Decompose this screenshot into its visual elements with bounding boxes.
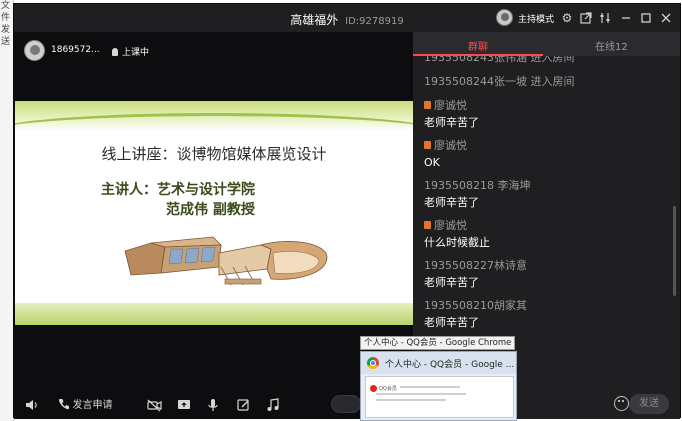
- chat-message: 廖诚悦 OK: [424, 137, 674, 177]
- presentation-slide: 线上讲座：谈博物馆媒体展览设计 主讲人：艺术与设计学院 范成伟 副教授: [15, 101, 413, 325]
- class-status: 上课中: [112, 45, 149, 58]
- chat-message: 1935508210胡家其 老师辛苦了: [424, 297, 674, 337]
- message-sender-name: 1935508244张一坡 进入房间: [424, 75, 575, 88]
- chrome-icon: [367, 357, 379, 369]
- preview-page: QQ会员: [365, 376, 514, 418]
- message-sender-name: 廖诚悦: [434, 99, 467, 112]
- desktop-edge-char: 文: [1, 1, 11, 11]
- chat-tabs: 群聊 在线12: [413, 32, 680, 56]
- emoji-icon[interactable]: [614, 396, 629, 411]
- taskbar-tooltip: 个人中心 - QQ会员 - Google Chrome: [360, 336, 516, 350]
- room-name: 高雄福外: [290, 13, 339, 27]
- message-sender-name: 1935508227林诗意: [424, 259, 527, 272]
- message-list: 1935508243张伟涵 进入房间 1935508244张一坡 进入房间 廖诚悦老…: [424, 56, 674, 377]
- message-text: 老师辛苦了: [424, 196, 479, 209]
- desktop-edge: 文 件 发 送: [0, 0, 14, 421]
- microphone-icon[interactable]: [207, 398, 219, 416]
- slide-footer-band: [15, 303, 413, 325]
- apply-to-speak-button[interactable]: 发言申请: [58, 398, 113, 413]
- museum-model-image: [124, 236, 328, 286]
- apply-to-speak-label: 发言申请: [72, 400, 113, 411]
- chat-message: 1935508218 李海坤 老师辛苦了: [424, 177, 674, 217]
- message-sender: 1935508244张一坡 进入房间: [424, 73, 674, 90]
- preview-text-line: [376, 399, 446, 401]
- slide-speaker-line-1: 主讲人：艺术与设计学院: [101, 182, 255, 198]
- member-badge-icon: [424, 101, 431, 109]
- teacher-name: 1869572...: [51, 45, 100, 55]
- desktop-edge-char: 送: [1, 37, 11, 47]
- phone-icon: [58, 399, 69, 410]
- message-text: 老师辛苦了: [424, 116, 479, 129]
- title-bar[interactable]: 高雄福外 ID:9278919 主持模式 ⚙: [14, 4, 680, 32]
- tab-group-chat[interactable]: 群聊: [468, 38, 488, 53]
- toolbar-pill[interactable]: [331, 395, 361, 413]
- chat-message: 廖诚悦 老师辛苦了: [424, 97, 674, 137]
- classroom-window: 高雄福外 ID:9278919 主持模式 ⚙ 1869572... 上课中 线上…: [13, 3, 681, 419]
- stage-area: 1869572... 上课中 线上讲座：谈博物馆媒体展览设计 主讲人：艺术与设计…: [14, 32, 413, 419]
- camera-off-icon[interactable]: [147, 398, 162, 416]
- chat-scrollbar[interactable]: [673, 206, 676, 296]
- message-sender-name: 廖诚悦: [434, 219, 467, 232]
- message-text: 什么时候截止: [424, 236, 490, 249]
- message-sender-name: 1935508210胡家其: [424, 299, 527, 312]
- message-text: OK: [424, 156, 440, 169]
- chat-message: 1935508244张一坡 进入房间: [424, 73, 674, 97]
- message-text: 老师辛苦了: [424, 276, 479, 289]
- speaker-icon[interactable]: [24, 398, 38, 416]
- message-sender: 廖诚悦: [424, 137, 674, 154]
- music-icon[interactable]: [266, 398, 279, 416]
- popout-icon[interactable]: [578, 10, 594, 26]
- message-sender: 1935508210胡家其: [424, 297, 674, 314]
- message-sender: 廖诚悦: [424, 97, 674, 114]
- desktop-edge-char: 件: [1, 13, 11, 23]
- sliders-icon[interactable]: [597, 10, 613, 26]
- screen-share-icon[interactable]: [177, 398, 191, 416]
- teacher-avatar[interactable]: [24, 40, 45, 61]
- chat-message: 1935508227林诗意 老师辛苦了: [424, 257, 674, 297]
- host-mode-label[interactable]: 主持模式: [518, 12, 554, 25]
- taskbar-window-preview[interactable]: 个人中心 - QQ会员 - Google ... QQ会员: [360, 351, 517, 421]
- qq-logo-icon: [370, 385, 377, 392]
- chat-message: 1935508243张伟涵 进入房间: [424, 56, 674, 73]
- message-sender: 1935508218 李海坤: [424, 177, 674, 194]
- message-sender-name: 1935508243张伟涵 进入房间: [424, 56, 575, 64]
- close-icon[interactable]: [658, 10, 674, 26]
- maximize-icon[interactable]: [638, 10, 654, 26]
- tab-online-users[interactable]: 在线12: [595, 38, 628, 53]
- gear-icon[interactable]: ⚙: [559, 10, 575, 26]
- class-status-text: 上课中: [122, 48, 150, 58]
- send-button[interactable]: 发送: [629, 394, 669, 414]
- lightbulb-icon: [112, 48, 118, 56]
- slide-speaker-line-2: 范成伟 副教授: [166, 202, 255, 218]
- member-badge-icon: [424, 221, 431, 229]
- pen-icon[interactable]: [237, 398, 250, 416]
- minimize-icon[interactable]: [618, 10, 634, 26]
- message-sender-name: 廖诚悦: [434, 139, 467, 152]
- message-sender: 1935508243张伟涵 进入房间: [424, 56, 674, 66]
- room-id: ID:9278919: [345, 16, 404, 27]
- desktop-edge-char: 发: [1, 25, 11, 35]
- preview-text-line: [376, 393, 466, 395]
- preview-title: 个人中心 - QQ会员 - Google ...: [385, 360, 515, 370]
- host-avatar[interactable]: [496, 9, 513, 26]
- message-sender-name: 1935508218 李海坤: [424, 179, 531, 192]
- preview-text-line: [400, 386, 460, 388]
- preview-header: 个人中心 - QQ会员 - Google ...: [361, 352, 516, 374]
- member-badge-icon: [424, 141, 431, 149]
- preview-page-logo: QQ会员: [379, 386, 397, 392]
- chat-message: 廖诚悦什么时候截止: [424, 217, 674, 257]
- message-text: 老师辛苦了: [424, 316, 479, 329]
- message-sender: 1935508227林诗意: [424, 257, 674, 274]
- slide-title: 线上讲座：谈博物馆媒体展览设计: [101, 145, 327, 163]
- message-sender: 廖诚悦: [424, 217, 674, 234]
